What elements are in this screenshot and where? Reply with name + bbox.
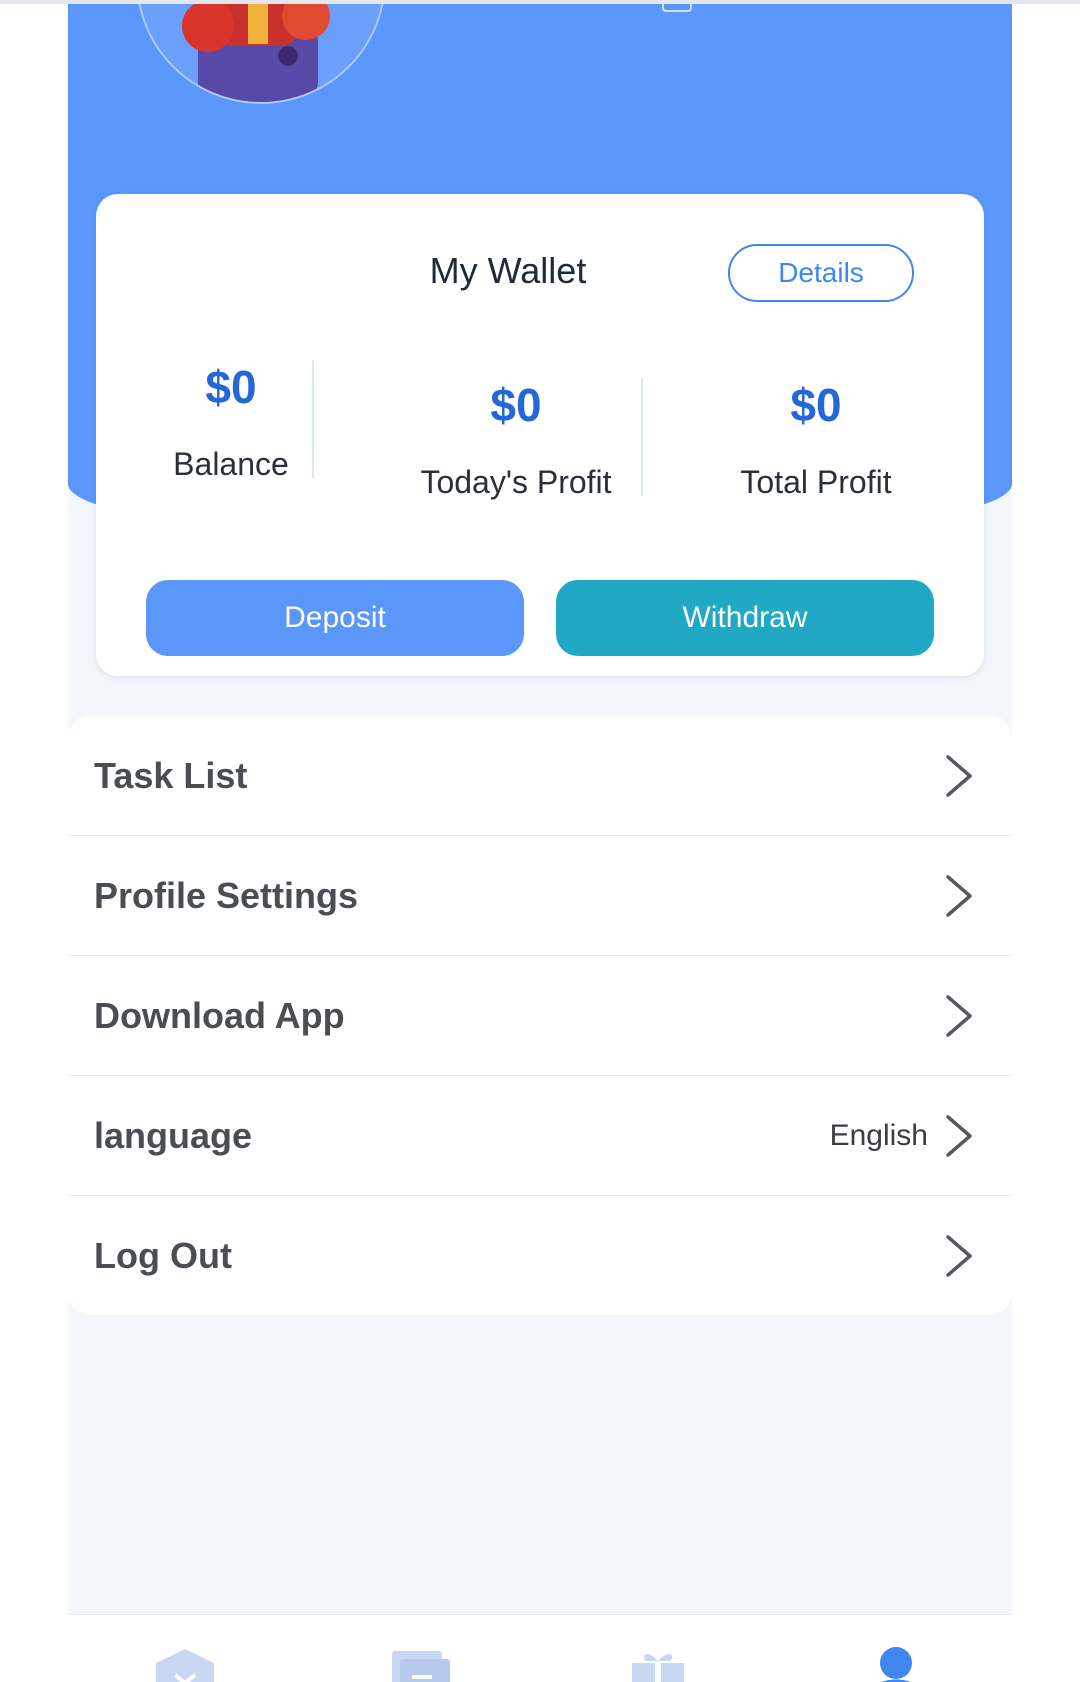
chevron-right-icon [946, 1115, 972, 1157]
menu-item-download-app[interactable]: Download App [68, 956, 1012, 1076]
today-profit-label: Today's Profit [420, 464, 612, 500]
orders-icon[interactable] [390, 1647, 452, 1682]
gift-icon[interactable] [630, 1647, 686, 1682]
menu-item-task-list[interactable]: Task List [68, 716, 1012, 836]
chevron-right-icon [946, 755, 972, 797]
menu-item-label: language [94, 1114, 253, 1156]
total-profit-label: Total Profit [740, 464, 892, 500]
menu-item-log-out[interactable]: Log Out [68, 1196, 1012, 1315]
menu-item-language[interactable]: language English [68, 1076, 1012, 1196]
today-profit-value: $0 [490, 379, 542, 431]
today-profit-stat: $0 Today's Profit [396, 378, 636, 501]
stat-divider [641, 378, 643, 496]
chevron-right-icon [946, 995, 972, 1037]
chevron-right-icon [946, 875, 972, 917]
header-edit-icon[interactable] [662, 4, 692, 12]
menu-item-profile-settings[interactable]: Profile Settings [68, 836, 1012, 956]
user-icon[interactable] [874, 1647, 918, 1682]
details-button[interactable]: Details [728, 244, 914, 302]
menu-item-label: Download App [94, 994, 345, 1036]
stat-divider [312, 360, 314, 478]
menu-list: Task List Profile Settings Download App … [68, 716, 1012, 1315]
account-page: My Wallet Details $0 Balance $0 Today's … [68, 4, 1012, 1682]
menu-item-label: Profile Settings [94, 874, 359, 916]
menu-item-label: Task List [94, 754, 248, 796]
balance-label: Balance [173, 446, 289, 482]
deposit-button[interactable]: Deposit [146, 580, 524, 656]
balance-value: $0 [205, 361, 257, 413]
chevron-right-icon [946, 1235, 972, 1277]
language-value: English [829, 1118, 928, 1152]
balance-stat: $0 Balance [156, 360, 306, 483]
bottom-tab-bar [68, 1614, 1012, 1682]
withdraw-button[interactable]: Withdraw [556, 580, 934, 656]
menu-item-label: Log Out [94, 1234, 232, 1276]
total-profit-value: $0 [790, 379, 842, 431]
home-icon[interactable] [154, 1647, 216, 1682]
wallet-card: My Wallet Details $0 Balance $0 Today's … [96, 194, 984, 676]
total-profit-stat: $0 Total Profit [716, 378, 916, 501]
